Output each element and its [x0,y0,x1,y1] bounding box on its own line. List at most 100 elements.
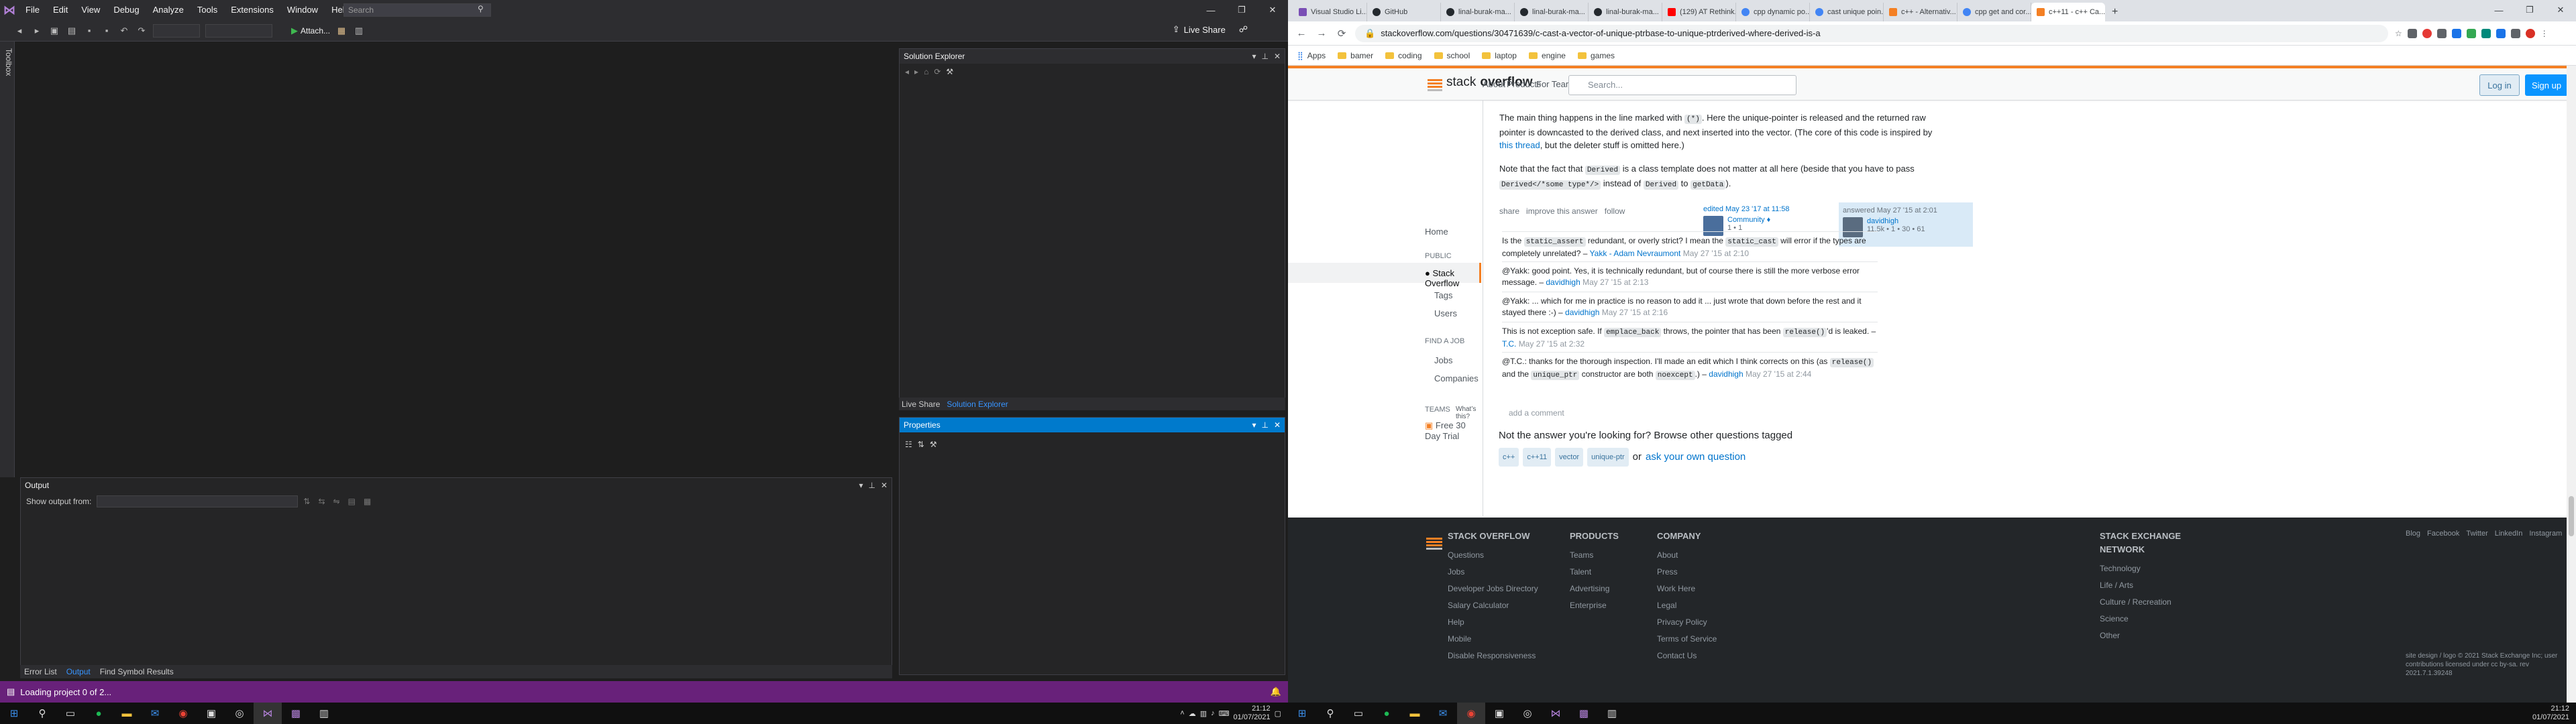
footer-link[interactable]: Enterprise [1570,597,1619,614]
notifications-icon[interactable]: ▢ [1275,709,1281,718]
chrome-tab[interactable]: cpp get and cor... [1957,3,2031,21]
file-explorer-icon[interactable]: ▬ [113,703,141,724]
social-link[interactable]: Blog [2406,530,2420,538]
sidebar-item-jobs[interactable]: Jobs [1434,355,1452,365]
undo-icon[interactable]: ↶ [118,25,130,37]
refresh-icon[interactable]: ⟳ [934,67,941,76]
footer-link[interactable]: Salary Calculator [1448,597,1538,614]
menu-extensions[interactable]: Extensions [224,0,280,20]
chrome-tab[interactable]: cast unique poin... [1810,3,1884,21]
footer-link[interactable]: Work Here [1657,581,1717,597]
so-search-input[interactable]: Search... [1568,75,1796,95]
extension-icon[interactable] [2407,28,2417,38]
pin-icon[interactable]: ⊥ [1261,420,1268,430]
chrome-tab[interactable]: cpp dynamic po... [1736,3,1810,21]
feedback-icon[interactable]: ☍ [1239,24,1248,35]
puzzle-icon[interactable] [2510,28,2520,38]
add-comment-link[interactable]: add a comment [1509,408,1564,418]
footer-link[interactable]: Life / Arts [2100,577,2220,594]
footer-link[interactable]: Other [2100,627,2220,644]
footer-link[interactable]: Developer Jobs Directory [1448,581,1538,597]
comment-user[interactable]: davidhigh [1546,278,1580,287]
visual-studio-icon[interactable]: ⋈ [1542,703,1570,724]
this-thread-link[interactable]: this thread [1499,140,1540,150]
spotify-icon[interactable]: ● [1373,703,1401,724]
wrench-icon[interactable]: ⚒ [946,67,953,76]
comment-date[interactable]: May 27 '15 at 2:44 [1746,369,1811,379]
menu-analyze[interactable]: Analyze [146,0,191,20]
scrollbar-thumb[interactable] [2569,496,2574,536]
comment-user[interactable]: davidhigh [1709,369,1743,379]
toolbox-strip[interactable] [0,42,15,477]
toolbox-label[interactable]: Toolbox [4,48,13,76]
platform-dropdown[interactable] [205,23,272,38]
chrome-tab[interactable]: Visual Studio Li... [1293,3,1367,21]
sidebar-item-tags[interactable]: Tags [1434,290,1452,300]
bookmark-folder[interactable]: engine [1528,51,1566,60]
share-link[interactable]: share [1499,206,1519,216]
file-explorer-icon[interactable]: ▬ [1401,703,1429,724]
task-view-icon[interactable]: ▭ [1344,703,1373,724]
footer-link[interactable]: Science [2100,611,2220,627]
new-project-icon[interactable]: ▣ [48,25,60,37]
dropdown-icon[interactable]: ▾ [1252,420,1256,430]
home-icon[interactable]: ⌂ [924,67,928,76]
menu-window[interactable]: Window [280,0,325,20]
footer-link[interactable]: Contact Us [1657,648,1717,664]
tag[interactable]: c++11 [1523,448,1552,467]
bookmark-folder[interactable]: coding [1385,51,1422,60]
forward-icon[interactable]: ▸ [31,25,43,37]
comment-date[interactable]: May 27 '15 at 2:10 [1683,249,1749,258]
bookmark-folder[interactable]: games [1577,51,1615,60]
star-icon[interactable]: ☆ [2395,29,2402,38]
menu-edit[interactable]: Edit [46,0,74,20]
notification-icon[interactable]: 🔔 [1271,686,1281,697]
back-icon[interactable]: ← [1295,27,1308,39]
footer-heading[interactable]: PRODUCTS [1570,530,1619,543]
vs-search-input[interactable]: Search [343,3,491,17]
follow-link[interactable]: follow [1605,206,1625,216]
chrome-tab[interactable]: linal-burak-ma... [1589,3,1662,21]
open-icon[interactable]: ▤ [66,25,78,37]
attach-button[interactable]: ▶ Attach... [291,25,330,36]
search-icon[interactable]: ⚲ [1316,703,1344,724]
chrome-tab[interactable]: GitHub [1367,3,1441,21]
chrome-tab[interactable]: linal-burak-ma... [1515,3,1589,21]
extension-icon[interactable] [2481,28,2491,38]
ask-question-link[interactable]: ask your own question [1646,449,1746,465]
save-all-icon[interactable]: ▪ [101,25,113,37]
comment-date[interactable]: May 27 '15 at 2:16 [1602,308,1668,317]
signup-button[interactable]: Sign up [2525,74,2568,96]
chrome-icon[interactable]: ◉ [169,703,197,724]
social-link[interactable]: Twitter [2466,530,2487,538]
footer-link[interactable]: Disable Responsiveness [1448,648,1538,664]
footer-link[interactable]: About [1657,547,1717,564]
dropdown-icon[interactable]: ▾ [1252,52,1256,61]
minimize-icon[interactable]: — [1195,0,1226,20]
spotify-icon[interactable]: ● [85,703,113,724]
tab-live-share[interactable]: Live Share [902,400,940,409]
close-icon[interactable]: ✕ [2545,0,2576,20]
footer-link[interactable]: Press [1657,564,1717,581]
social-link[interactable]: LinkedIn [2495,530,2523,538]
clock-left[interactable]: 21:12 01/07/2021 [1234,705,1271,722]
footer-link[interactable]: Jobs [1448,564,1538,581]
save-icon[interactable]: ▪ [83,25,95,37]
close-icon[interactable]: ✕ [881,481,888,490]
chrome-tab[interactable]: c++ - Alternativ... [1884,3,1957,21]
wrench-icon[interactable]: ⚒ [930,440,937,449]
footer-link[interactable]: Talent [1570,564,1619,581]
cloud-icon[interactable]: ☁ [1189,709,1196,718]
pin-icon[interactable]: ⊥ [868,481,875,490]
menu-view[interactable]: View [74,0,107,20]
footer-link[interactable]: Teams [1570,547,1619,564]
start-icon[interactable]: ⊞ [1288,703,1316,724]
social-link[interactable]: Facebook [2427,530,2459,538]
network-icon[interactable]: ▥ [1200,709,1207,718]
clock-right[interactable]: 21:12 01/07/2021 [2532,705,2569,722]
page-scrollbar[interactable] [2567,66,2576,703]
footer-link[interactable]: Advertising [1570,581,1619,597]
sidebar-item-free-trial[interactable]: ▣ Free 30 Day Trial [1425,420,1481,441]
sidebar-item-users[interactable]: Users [1434,308,1457,318]
chrome-tab[interactable]: linal-burak-ma... [1441,3,1515,21]
